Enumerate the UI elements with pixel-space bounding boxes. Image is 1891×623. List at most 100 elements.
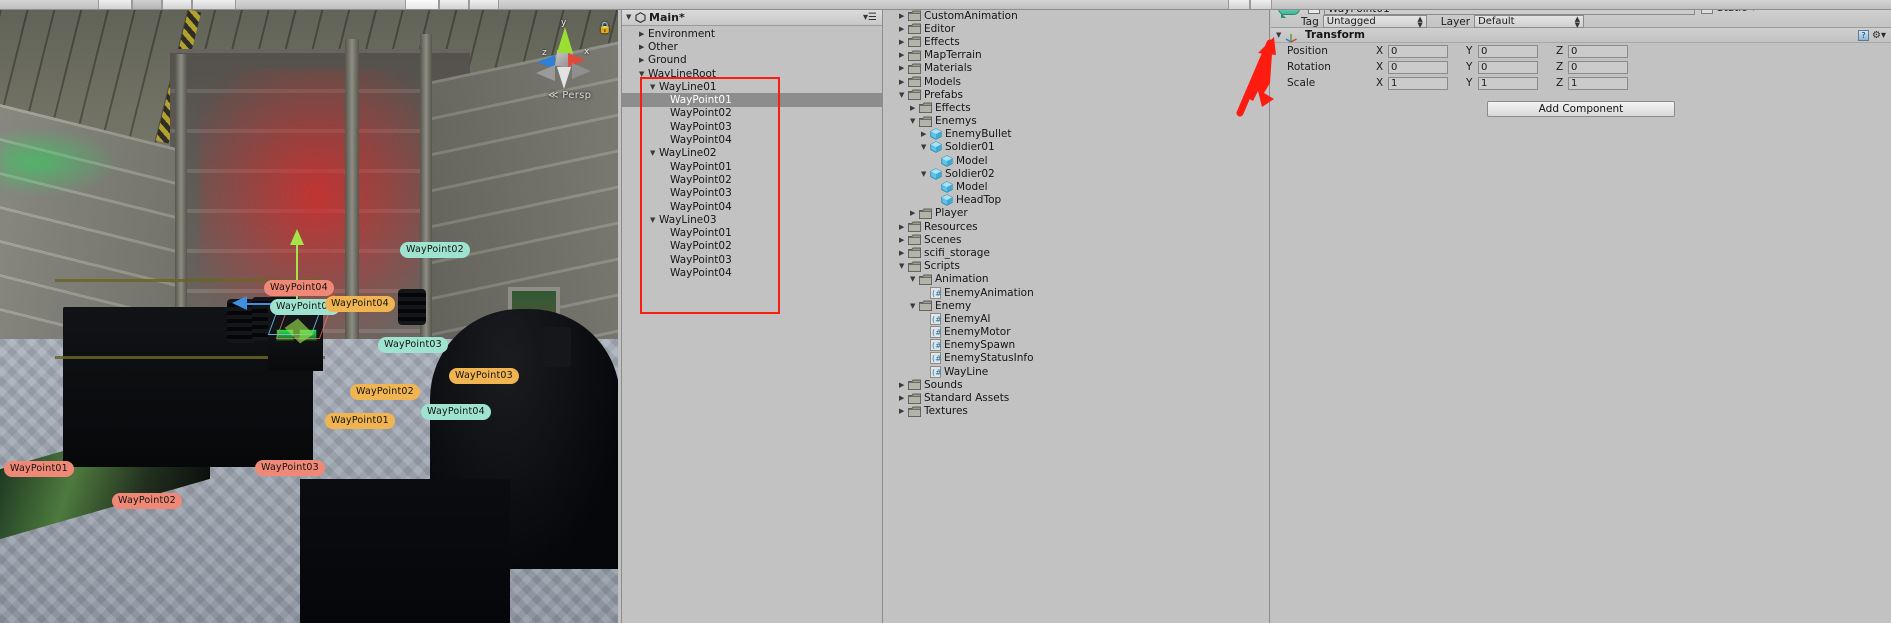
chevron-right-icon[interactable]: ▶ (639, 30, 648, 38)
chevron-down-icon[interactable]: ▼ (910, 302, 919, 310)
project-item-scifi-storage[interactable]: ▶ scifi_storage (884, 246, 1269, 259)
transform-collapse-chevron-icon[interactable]: ▼ (1276, 31, 1285, 39)
transform-rotation-x-field[interactable]: 0 (1388, 60, 1448, 74)
project-item-editor[interactable]: ▶ Editor (884, 22, 1269, 35)
hierarchy-item-waypoint04[interactable]: WayPoint04 (622, 200, 882, 213)
project-item-resources[interactable]: ▶ Resources (884, 220, 1269, 233)
chevron-down-icon[interactable]: ▼ (910, 275, 919, 283)
chevron-right-icon[interactable]: ▶ (899, 64, 908, 72)
gizmo-neg-y-cone[interactable] (557, 67, 571, 89)
project-item-standard-assets[interactable]: ▶ Standard Assets (884, 391, 1269, 404)
scene-view[interactable]: y z x 🔒 ≪ Persp WayPoint02 WayPoint04 WayP… (0, 9, 618, 623)
hierarchy-item-wayline03[interactable]: ▼ WayLine03 (622, 213, 882, 226)
chevron-down-icon[interactable]: ▼ (650, 216, 659, 224)
hierarchy-item-waypoint02[interactable]: WayPoint02 (622, 173, 882, 186)
hierarchy-item-waylineroot[interactable]: ▼ WayLineRoot (622, 67, 882, 80)
toolbar-pause-button[interactable] (439, 0, 469, 9)
chevron-down-icon[interactable]: ▼ (910, 117, 919, 125)
gizmo-axis-y-cone[interactable] (290, 229, 304, 245)
project-item-scripts[interactable]: ▼ Scripts (884, 260, 1269, 273)
project-item-materials[interactable]: ▶ Materials (884, 62, 1269, 75)
project-tree[interactable]: ▶ CustomAnimation ▶ Editor ▶ Effects ▶ MapTerra… (884, 9, 1269, 418)
hierarchy-item-waypoint03[interactable]: WayPoint03 (622, 120, 882, 133)
project-item-enemyai[interactable]: (# EnemyAI (884, 312, 1269, 325)
chevron-right-icon[interactable]: ▶ (899, 51, 908, 59)
project-item-effects[interactable]: ▶ Effects (884, 35, 1269, 48)
project-item-soldier01[interactable]: ▼ Soldier01 (884, 141, 1269, 154)
transform-position-y-field[interactable]: 0 (1478, 44, 1538, 58)
hierarchy-item-waypoint04[interactable]: WayPoint04 (622, 266, 882, 279)
hierarchy-item-wayline02[interactable]: ▼ WayLine02 (622, 147, 882, 160)
toolbar-step-button[interactable] (469, 0, 499, 9)
toolbar-play-button[interactable] (405, 0, 439, 9)
hierarchy-item-waypoint02[interactable]: WayPoint02 (622, 240, 882, 253)
project-item-enemystatusinfo[interactable]: (# EnemyStatusInfo (884, 352, 1269, 365)
transform-scale-z-field[interactable]: 1 (1568, 76, 1628, 90)
chevron-down-icon[interactable]: ▼ (921, 143, 930, 151)
project-item-enemy[interactable]: ▼ Enemy (884, 299, 1269, 312)
hierarchy-item-waypoint01[interactable]: WayPoint01 (622, 93, 882, 107)
hierarchy-item-waypoint02[interactable]: WayPoint02 (622, 107, 882, 120)
gear-icon[interactable]: ⚙▾ (1872, 30, 1886, 41)
chevron-right-icon[interactable]: ▶ (639, 43, 648, 51)
hierarchy-item-ground[interactable]: ▶ Ground (622, 54, 882, 67)
hierarchy-tree[interactable]: ▶ Environment ▶ Other ▶ Ground ▼ WayLineRoot ▼ Wa… (622, 26, 882, 280)
chevron-right-icon[interactable]: ▶ (899, 236, 908, 244)
hierarchy-item-waypoint03[interactable]: WayPoint03 (622, 187, 882, 200)
transform-scale-x-field[interactable]: 1 (1388, 76, 1448, 90)
project-item-enemyspawn[interactable]: (# EnemySpawn (884, 339, 1269, 352)
toolbar-hand-tool[interactable] (98, 0, 132, 9)
tag-dropdown[interactable]: Untagged ▲ ▼ (1322, 15, 1427, 28)
layer-dropdown[interactable]: Default ▲ ▼ (1474, 15, 1585, 28)
toolbar-move-tool[interactable] (132, 0, 162, 9)
transform-rotation-z-field[interactable]: 0 (1568, 60, 1628, 74)
scene-projection-label[interactable]: ≪ Persp (548, 90, 591, 101)
project-item-mapterrain[interactable]: ▶ MapTerrain (884, 49, 1269, 62)
gizmo-neg-z-cone[interactable] (572, 63, 591, 79)
chevron-right-icon[interactable]: ▶ (899, 12, 908, 20)
project-item-scenes[interactable]: ▶ Scenes (884, 233, 1269, 246)
transform-scale-y-field[interactable]: 1 (1478, 76, 1538, 90)
add-component-button[interactable]: Add Component (1487, 101, 1675, 117)
hierarchy-item-waypoint04[interactable]: WayPoint04 (622, 133, 882, 146)
chevron-down-icon[interactable]: ▼ (899, 262, 908, 270)
chevron-down-icon[interactable]: ▼ (899, 91, 908, 99)
toolbar-layout-dropdown[interactable] (1250, 0, 1272, 9)
project-item-model[interactable]: Model (884, 180, 1269, 193)
chevron-right-icon[interactable]: ▶ (899, 38, 908, 46)
project-item-animation[interactable]: ▼ Animation (884, 273, 1269, 286)
hierarchy-scene-chevron-icon[interactable]: ▼ (626, 13, 635, 21)
gizmo-neg-x-cone[interactable] (536, 65, 555, 81)
hierarchy-item-waypoint01[interactable]: WayPoint01 (622, 226, 882, 239)
transform-position-z-field[interactable]: 0 (1568, 44, 1628, 58)
project-item-soldier02[interactable]: ▼ Soldier02 (884, 167, 1269, 180)
chevron-right-icon[interactable]: ▶ (639, 56, 648, 64)
project-item-effects[interactable]: ▶ Effects (884, 101, 1269, 114)
project-item-prefabs[interactable]: ▼ Prefabs (884, 88, 1269, 101)
chevron-right-icon[interactable]: ▶ (899, 25, 908, 33)
chevron-right-icon[interactable]: ▶ (899, 381, 908, 389)
transform-rotation-y-field[interactable]: 0 (1478, 60, 1538, 74)
chevron-right-icon[interactable]: ▶ (910, 209, 919, 217)
transform-component-header[interactable]: ▼ Transform ? ⚙▾ (1271, 28, 1891, 43)
toolbar-pivot-toggle[interactable] (192, 0, 236, 9)
hierarchy-item-environment[interactable]: ▶ Environment (622, 27, 882, 40)
chevron-down-icon[interactable]: ▼ (921, 170, 930, 178)
project-item-enemyanimation[interactable]: (# EnemyAnimation (884, 286, 1269, 299)
transform-position-x-field[interactable]: 0 (1388, 44, 1448, 58)
hierarchy-item-waypoint03[interactable]: WayPoint03 (622, 253, 882, 266)
project-item-textures[interactable]: ▶ Textures (884, 405, 1269, 418)
hierarchy-item-wayline01[interactable]: ▼ WayLine01 (622, 80, 882, 93)
project-item-enemybullet[interactable]: ▶ EnemyBullet (884, 128, 1269, 141)
chevron-right-icon[interactable]: ▶ (899, 407, 908, 415)
hierarchy-options-icon[interactable]: ▾☰ (863, 12, 877, 23)
chevron-down-icon[interactable]: ▼ (650, 149, 659, 157)
project-item-models[interactable]: ▶ Models (884, 75, 1269, 88)
chevron-down-icon[interactable]: ▼ (639, 70, 648, 78)
chevron-right-icon[interactable]: ▶ (921, 130, 930, 138)
hierarchy-item-waypoint01[interactable]: WayPoint01 (622, 160, 882, 173)
scene-lock-icon[interactable]: 🔒 (598, 21, 612, 34)
hierarchy-item-other[interactable]: ▶ Other (622, 40, 882, 53)
project-item-player[interactable]: ▶ Player (884, 207, 1269, 220)
gizmo-axis-z-cone[interactable] (232, 296, 247, 310)
